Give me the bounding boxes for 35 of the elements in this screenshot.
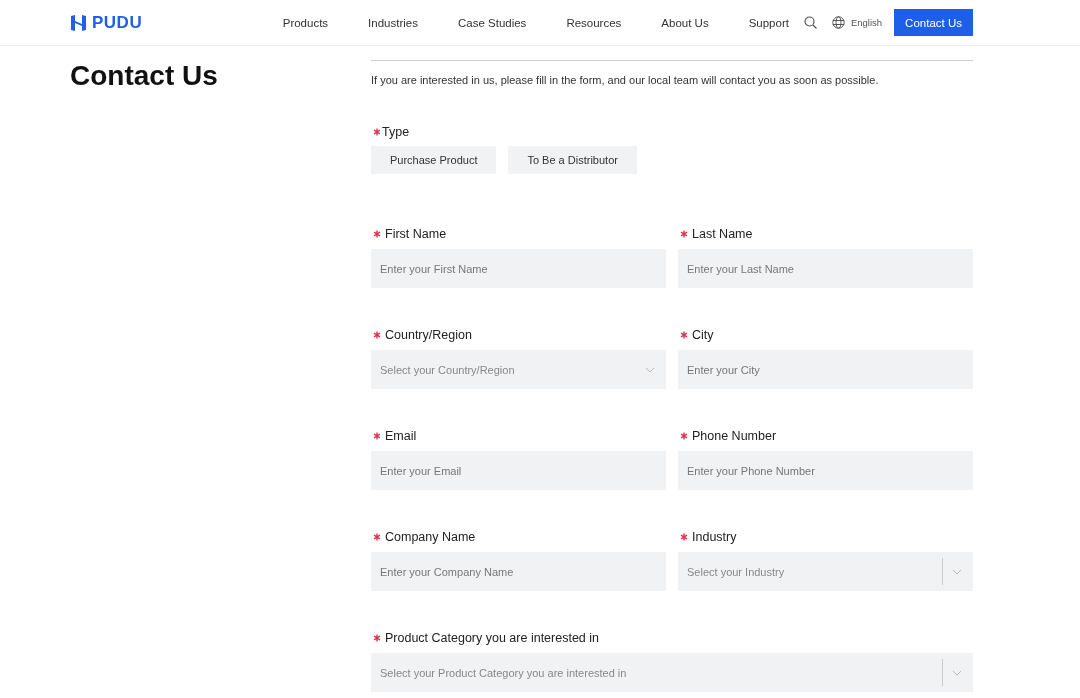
field-label: City [692,328,714,342]
text-field[interactable]: Enter your City [678,350,973,389]
field-label: Country/Region [385,328,472,342]
contact-us-button[interactable]: Contact Us [894,9,973,36]
text-field[interactable]: Enter your Phone Number [678,451,973,490]
field-label: First Name [385,227,447,241]
text-field[interactable]: Enter your First Name [371,249,666,288]
text-field[interactable]: Enter your Company Name [371,552,666,591]
field-label: Email [385,429,417,443]
field-label: Phone Number [692,429,777,443]
chevron-down-icon [645,366,655,373]
chevron-down-icon [952,568,962,575]
globe-icon[interactable] [831,16,845,29]
text-field[interactable]: Enter your Email [371,451,666,490]
search-icon[interactable] [803,16,817,29]
field-label: Company Name [385,530,476,544]
field-label: Type [382,125,410,139]
nav-link[interactable]: Support [748,16,789,29]
type-option[interactable]: To Be a Distributor [508,146,637,174]
type-option[interactable]: Purchase Product [371,146,497,174]
logo-icon [70,13,87,32]
nav-link[interactable]: Case Studies [457,16,527,29]
nav-link[interactable]: Industries [368,16,418,29]
language-link[interactable]: English [850,17,883,28]
field-label: Last Name [692,227,753,241]
nav-link[interactable]: About Us [661,16,709,29]
nav-link[interactable]: Products [282,16,329,29]
intro-text: If you are interested in us, please fill in the form, and our local team will contact you as soon as possible. [371,74,880,86]
chevron-down-icon [952,669,962,676]
page-title: Contact Us [70,60,219,93]
nav-link[interactable]: Resources [566,16,622,29]
text-field[interactable]: Enter your Last Name [678,249,973,288]
field-label: Industry [692,530,737,544]
brand-name: PUDU [92,12,143,33]
field-label: Product Category you are interested in [385,631,599,645]
